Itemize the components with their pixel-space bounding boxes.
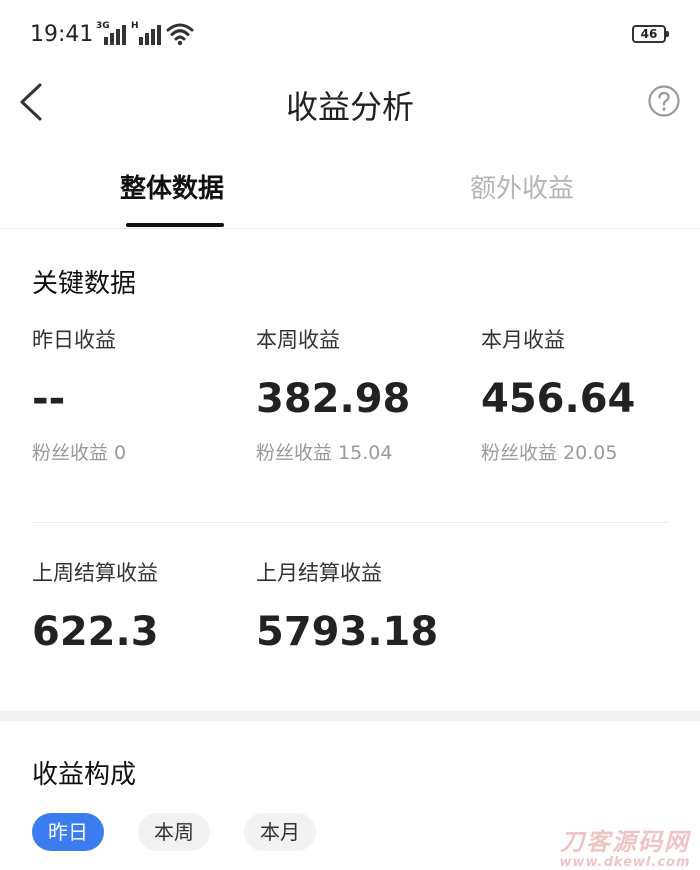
divider [32,522,668,523]
stat-value: 5793.18 [256,609,439,655]
question-circle-icon[interactable] [647,84,681,118]
signal-3g-icon: 3G [96,21,130,45]
section-separator [0,711,700,721]
chip-this-month[interactable]: 本月 [244,813,316,851]
watermark-main: 刀客源码网 [560,828,690,856]
composition-title: 收益构成 [32,760,137,790]
stat-fans-earnings: 粉丝收益 0 [32,442,127,464]
stat-label: 本月收益 [481,328,565,352]
tab-extra-earnings[interactable]: 额外收益 [470,168,574,205]
watermark-sub: www.dkewl.com [559,855,691,870]
signal-h-icon: H [131,21,165,45]
chip-this-week[interactable]: 本周 [138,813,210,851]
page-title: 收益分析 [285,88,414,126]
status-bar: 19:41 3G H 46 [0,0,700,70]
stat-label: 昨日收益 [32,328,116,352]
stat-label: 上月结算收益 [256,561,382,585]
battery-indicator: 46 [632,25,669,43]
status-time: 19:41 [30,22,94,47]
wifi-icon [166,23,194,46]
key-data-title: 关键数据 [32,269,137,299]
stat-value: 456.64 [481,376,636,422]
tab-overall-data[interactable]: 整体数据 [120,168,224,205]
watermark-logo: 刀客源码网 www.dkewl.com [555,822,695,870]
period-chip-group: 昨日 本周 本月 [32,813,350,851]
active-tab-indicator [126,223,224,227]
stat-this-week: 本周收益 382.98 粉丝收益 15.04 [256,324,410,465]
stat-yesterday: 昨日收益 -- 粉丝收益 0 [32,324,126,465]
stat-fans-earnings: 粉丝收益 20.05 [481,442,618,464]
tab-bar: 整体数据 额外收益 [0,160,700,229]
stat-value: -- [32,376,66,422]
stat-value: 382.98 [256,376,411,422]
stat-this-month: 本月收益 456.64 粉丝收益 20.05 [481,324,635,465]
stat-value: 622.3 [32,609,159,655]
stat-fans-earnings: 粉丝收益 15.04 [256,442,393,464]
stat-last-week-settled: 上周结算收益 622.3 [32,557,159,655]
stat-label: 上周结算收益 [32,561,158,585]
stat-label: 本周收益 [256,328,340,352]
chip-yesterday[interactable]: 昨日 [32,813,104,851]
header: 收益分析 [0,70,700,134]
stat-last-month-settled: 上月结算收益 5793.18 [256,557,438,655]
